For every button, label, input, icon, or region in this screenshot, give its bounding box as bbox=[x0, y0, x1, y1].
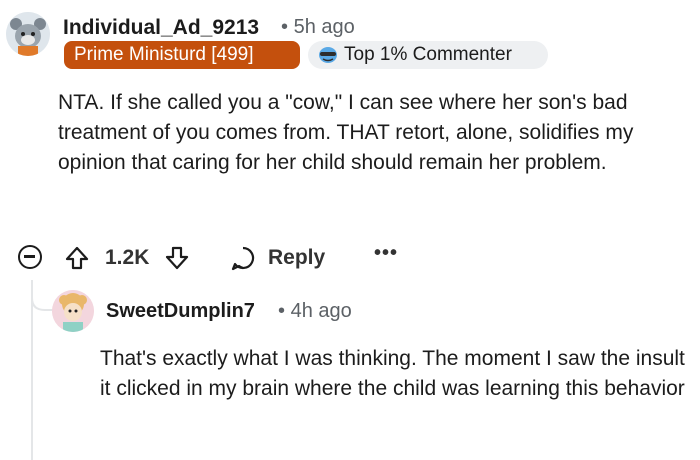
upvote-icon[interactable] bbox=[64, 245, 90, 271]
reply-time: 4h ago bbox=[290, 300, 352, 322]
user-flair: Prime Ministurd [499] bbox=[64, 41, 300, 69]
comment-body: NTA. If she called you a "cow," I can se… bbox=[58, 91, 634, 174]
achievement-icon bbox=[319, 47, 337, 63]
reply-avatar[interactable] bbox=[52, 290, 94, 332]
comment-meta: • 5h ago bbox=[281, 16, 355, 39]
reply-label: Reply bbox=[268, 246, 326, 269]
collapse-thread-button[interactable] bbox=[18, 245, 42, 269]
reply-author[interactable]: SweetDumplin7 bbox=[106, 300, 255, 323]
comment-actions: 1.2K Reply ••• bbox=[0, 236, 700, 280]
comment-bubble-icon bbox=[231, 246, 255, 271]
vote-score: 1.2K bbox=[105, 246, 150, 269]
reply-body: That's exactly what I was thinking. The … bbox=[100, 347, 685, 400]
separator-dot: • bbox=[281, 16, 289, 38]
top-commenter-badge[interactable]: Top 1% Commenter bbox=[308, 41, 548, 69]
separator-dot: • bbox=[278, 300, 286, 322]
comment-time: 5h ago bbox=[293, 16, 355, 38]
downvote-icon[interactable] bbox=[164, 245, 190, 271]
badge-label: Top 1% Commenter bbox=[344, 44, 512, 65]
more-options-button[interactable]: ••• bbox=[374, 242, 398, 265]
avatar[interactable] bbox=[6, 12, 50, 56]
comment-author[interactable]: Individual_Ad_9213 bbox=[63, 16, 259, 40]
reply-meta: • 4h ago bbox=[278, 300, 352, 323]
